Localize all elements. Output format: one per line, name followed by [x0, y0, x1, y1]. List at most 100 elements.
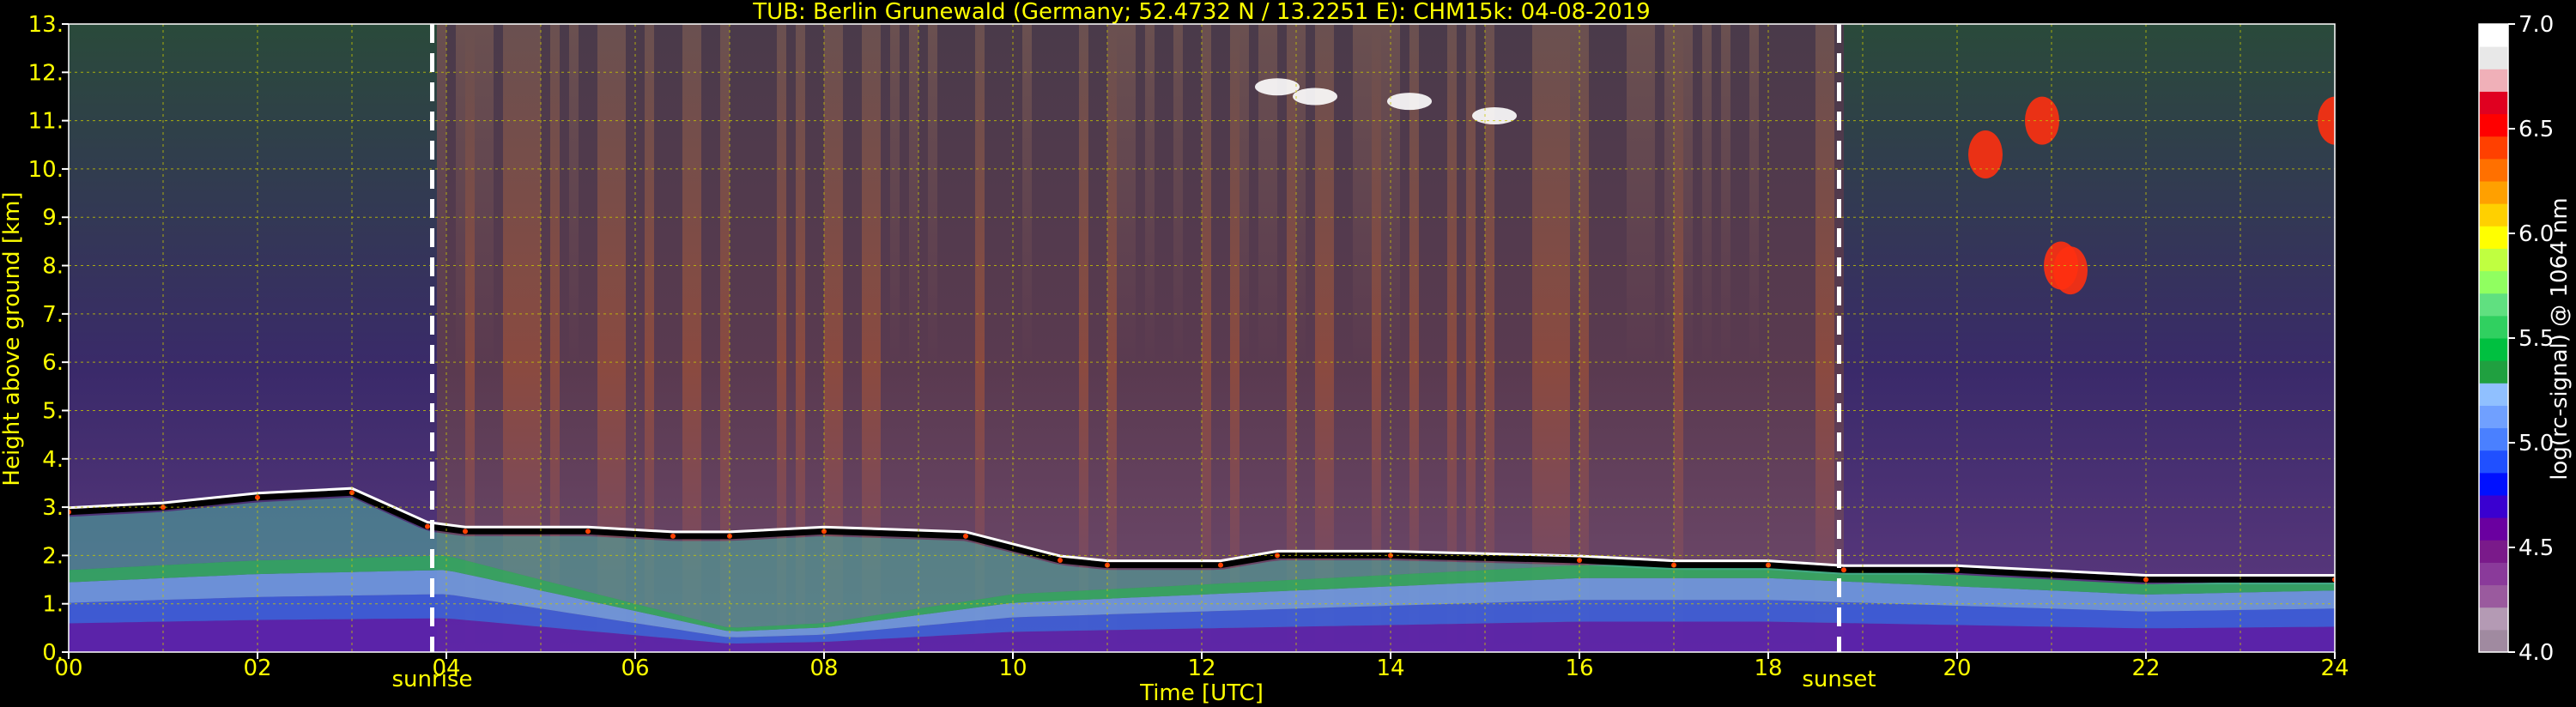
noise-column: [1749, 24, 1760, 652]
noise-column: [2165, 24, 2175, 652]
colorbar-label: log(rc-signal) @ 1064 nm: [2547, 197, 2573, 480]
colorbar-segment: [2479, 158, 2508, 182]
cirrus-cell: [1255, 78, 1300, 96]
colorbar-segment: [2479, 450, 2508, 474]
cirrus-cell: [1293, 88, 1337, 106]
noise-column: [1655, 24, 1665, 652]
cirrus-cell: [1968, 130, 2003, 179]
noise-column: [1683, 24, 1694, 652]
noise-column: [1863, 24, 1873, 652]
cloud-top-point: [585, 529, 591, 535]
colorbar-segment: [2479, 203, 2508, 227]
noise-column: [1891, 24, 1901, 652]
noise-column: [2231, 24, 2241, 652]
noise-column: [1995, 24, 2005, 652]
noise-column: [1787, 24, 1797, 652]
colorbar-segment: [2479, 629, 2508, 653]
x-tick-label: 08: [809, 656, 838, 681]
noise-column: [2108, 24, 2118, 652]
colorbar-segment: [2479, 181, 2508, 204]
colorbar-segment: [2479, 248, 2508, 272]
noise-column: [2278, 24, 2288, 652]
noise-column: [1957, 24, 1967, 652]
noise-column: [1740, 24, 1750, 652]
x-tick-label: 20: [1943, 656, 1971, 681]
cloud-top-point: [1841, 567, 1846, 573]
noise-column: [1910, 24, 1920, 652]
colorbar-segment: [2479, 46, 2508, 69]
noise-column: [1117, 24, 1127, 652]
event-labels: sunrise sunset: [392, 667, 1876, 692]
cirrus-cell: [1472, 106, 1517, 124]
x-tick-label: 12: [1187, 656, 1215, 681]
noise-column: [2174, 24, 2185, 652]
cirrus-cell: [1387, 93, 1432, 111]
noise-column: [1693, 24, 1703, 652]
y-tick-label: 6.: [42, 350, 64, 376]
sunset-label: sunset: [1802, 667, 1876, 692]
noise-column: [2203, 24, 2213, 652]
noise-column: [1664, 24, 1675, 652]
x-axis-label: Time [UTC]: [1139, 680, 1264, 706]
cloud-top-point: [670, 533, 676, 539]
colorbar-segment: [2479, 91, 2508, 115]
noise-column: [1107, 24, 1118, 652]
noise-column: [1778, 24, 1788, 652]
noise-column: [1173, 24, 1184, 652]
cirrus-cell: [2053, 246, 2088, 295]
plot-area: [69, 24, 2335, 652]
x-tick-label: 24: [2320, 656, 2349, 681]
noise-column: [2089, 24, 2100, 652]
noise-column: [1929, 24, 1939, 652]
colorbar-tick-label: 4.5: [2518, 535, 2554, 561]
cloud-top-point: [963, 533, 968, 539]
sunrise-label: sunrise: [392, 667, 473, 692]
noise-column: [2070, 24, 2081, 652]
noise-column: [1136, 24, 1146, 652]
y-tick-label: 7.: [42, 302, 64, 328]
x-tick-label: 16: [1565, 656, 1593, 681]
colorbar-segment: [2479, 226, 2508, 249]
colorbar-tick-label: 7.0: [2518, 12, 2554, 38]
noise-column: [2184, 24, 2194, 652]
y-tick-label: 11.: [28, 109, 64, 135]
noise-column: [2155, 24, 2166, 652]
noise-column: [1702, 24, 1712, 652]
colorbar-segment: [2479, 584, 2508, 608]
cloud-top-point: [463, 529, 468, 535]
colorbar-segment: [2479, 270, 2508, 294]
noise-column: [1202, 24, 1212, 652]
noise-column: [2193, 24, 2203, 652]
noise-column: [1145, 24, 1155, 652]
noise-column: [1882, 24, 1892, 652]
noise-column: [1967, 24, 1977, 652]
colorbar-tick-label: 4.0: [2518, 640, 2554, 666]
noise-column: [1712, 24, 1722, 652]
colorbar-segment: [2479, 360, 2508, 384]
x-tick-label: 22: [2131, 656, 2160, 681]
noise-column: [1674, 24, 1684, 652]
colorbar-segment: [2479, 607, 2508, 631]
colorbar-segment: [2479, 24, 2508, 47]
noise-column: [1844, 24, 1854, 652]
noise-column: [1797, 24, 1807, 652]
noise-column: [2259, 24, 2270, 652]
noise-column: [1721, 24, 1731, 652]
y-tick-label: 8.: [42, 254, 64, 280]
noise-column: [1948, 24, 1958, 652]
colorbar-segment: [2479, 472, 2508, 496]
y-tick-label: 4.: [42, 447, 64, 473]
cloud-top-point: [425, 523, 430, 529]
noise-column: [1126, 24, 1136, 652]
noise-column: [1872, 24, 1882, 652]
noise-column: [1919, 24, 1930, 652]
colorbar-segment: [2479, 540, 2508, 563]
noise-column: [2127, 24, 2137, 652]
colorbar-segment: [2479, 495, 2508, 518]
colorbar-segment: [2479, 315, 2508, 339]
colorbar-segment: [2479, 69, 2508, 92]
cloud-top-point: [1218, 562, 1223, 568]
x-tick-label: 18: [1754, 656, 1782, 681]
y-tick-label: 0.: [42, 640, 64, 666]
noise-column: [2306, 24, 2317, 652]
